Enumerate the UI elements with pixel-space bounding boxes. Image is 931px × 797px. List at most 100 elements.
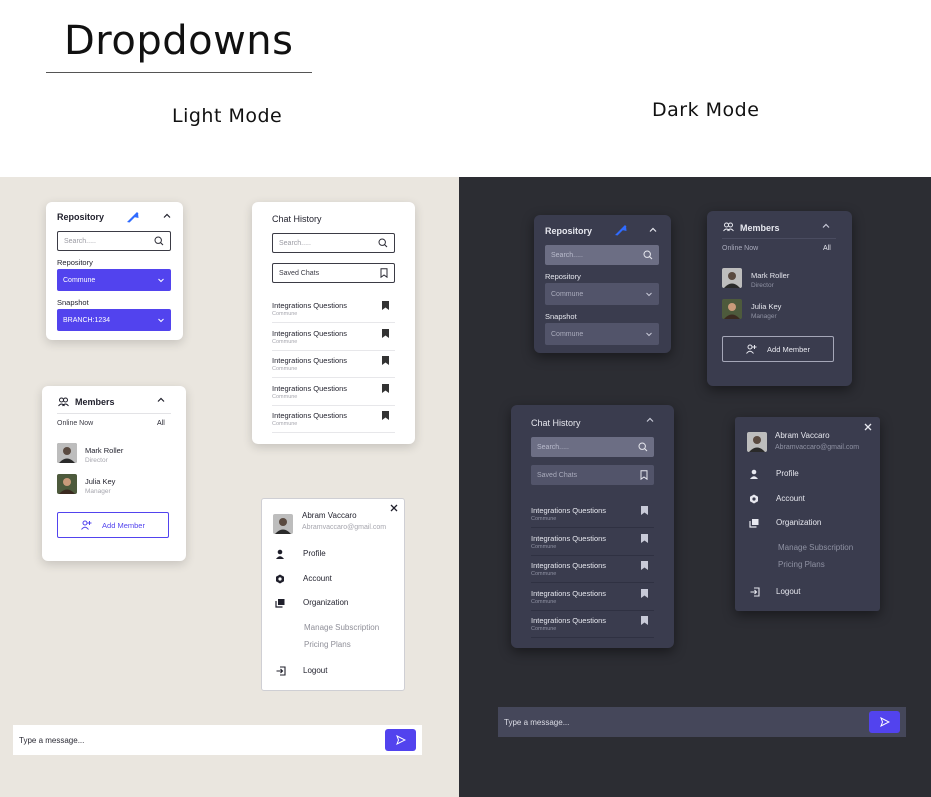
light-mode-label: Light Mode xyxy=(172,105,283,127)
repository-label: Repository xyxy=(57,258,93,267)
menu-logout[interactable]: Logout xyxy=(303,666,327,675)
bookmark-icon[interactable] xyxy=(641,561,648,570)
menu-manage-subscription[interactable]: Manage Subscription xyxy=(304,623,379,632)
chat-list-item[interactable]: Integrations Questions Commune xyxy=(272,379,395,406)
logout-icon xyxy=(750,587,760,597)
all-filter[interactable]: All xyxy=(823,245,831,252)
menu-organization[interactable]: Organization xyxy=(776,518,821,527)
bookmark-icon[interactable] xyxy=(382,328,389,338)
chat-list-item[interactable]: Integrations Questions Commune xyxy=(272,406,395,433)
chat-list-item[interactable]: Integrations Questions Commune xyxy=(531,556,654,583)
search-placeholder: Search..... xyxy=(64,237,96,245)
chat-list-item[interactable]: Integrations Questions Commune xyxy=(272,296,395,323)
chevron-up-icon[interactable] xyxy=(156,395,166,405)
chat-item-subtitle: Commune xyxy=(272,338,298,345)
snapshot-select[interactable]: BRANCH:1234 xyxy=(57,309,171,331)
message-input[interactable]: Type a message... xyxy=(13,725,422,755)
menu-organization[interactable]: Organization xyxy=(303,598,348,607)
snapshot-select[interactable]: Commune xyxy=(545,323,659,345)
bookmark-icon[interactable] xyxy=(641,616,648,625)
menu-logout[interactable]: Logout xyxy=(776,587,800,596)
member-role: Director xyxy=(85,457,108,464)
repository-select[interactable]: Commune xyxy=(57,269,171,291)
bookmark-icon[interactable] xyxy=(382,301,389,310)
snapshot-value: BRANCH:1234 xyxy=(63,316,111,324)
chevron-up-icon[interactable] xyxy=(645,415,655,425)
chevron-up-icon[interactable] xyxy=(648,225,658,235)
send-icon xyxy=(879,717,890,727)
saved-chats-button[interactable]: Saved Chats xyxy=(531,465,654,485)
chat-list-item[interactable]: Integrations Questions Commune xyxy=(531,584,654,611)
bookmark-icon[interactable] xyxy=(382,411,389,420)
menu-profile[interactable]: Profile xyxy=(776,469,799,478)
menu-pricing-plans[interactable]: Pricing Plans xyxy=(304,640,351,649)
menu-profile[interactable]: Profile xyxy=(303,549,326,558)
chat-list-item[interactable]: Integrations Questions Commune xyxy=(272,324,395,351)
chat-item-title: Integrations Questions xyxy=(531,533,607,543)
menu-account[interactable]: Account xyxy=(303,574,332,583)
chevron-down-icon xyxy=(645,330,653,338)
chat-search-input[interactable]: Search..... xyxy=(272,233,395,253)
profile-menu: Abram Vaccaro Abramvaccaro@gmail.com Pro… xyxy=(735,417,880,611)
chevron-up-icon[interactable] xyxy=(821,221,831,231)
add-member-button[interactable]: Add Member xyxy=(722,336,834,362)
chat-item-title: Integrations Questions xyxy=(531,616,607,625)
bookmark-outline-icon xyxy=(380,268,388,278)
chat-item-title: Integrations Questions xyxy=(531,588,607,598)
repository-search-input[interactable]: Search..... xyxy=(57,231,171,251)
chat-search-input[interactable]: Search..... xyxy=(531,437,654,457)
message-input[interactable]: Type a message... xyxy=(498,707,906,737)
profile-menu: Abram Vaccaro Abramvaccaro@gmail.com Pro… xyxy=(261,498,405,691)
close-icon[interactable] xyxy=(863,422,873,432)
avatar xyxy=(57,474,77,494)
chat-item-title: Integrations Questions xyxy=(531,561,607,570)
chat-list-item[interactable]: Integrations Questions Commune xyxy=(531,501,654,528)
bookmark-icon[interactable] xyxy=(641,533,648,543)
message-placeholder: Type a message... xyxy=(504,717,570,727)
repository-value: Commune xyxy=(551,290,584,298)
menu-pricing-plans[interactable]: Pricing Plans xyxy=(778,560,825,569)
snapshot-label: Snapshot xyxy=(545,312,577,321)
all-filter[interactable]: All xyxy=(157,420,165,427)
menu-manage-subscription[interactable]: Manage Subscription xyxy=(778,543,853,552)
avatar xyxy=(273,514,293,534)
members-title: Members xyxy=(75,397,115,407)
members-icon xyxy=(58,397,69,407)
search-placeholder: Search..... xyxy=(279,239,311,247)
saved-chats-button[interactable]: Saved Chats xyxy=(272,263,395,283)
chevron-up-icon[interactable] xyxy=(162,211,172,221)
members-dropdown: Members Online Now All Mark Roller Direc… xyxy=(707,211,852,386)
jira-logo-icon xyxy=(126,211,139,223)
send-button[interactable] xyxy=(869,711,900,733)
close-icon[interactable] xyxy=(389,503,399,513)
bookmark-icon[interactable] xyxy=(641,506,648,515)
chat-item-subtitle: Commune xyxy=(531,516,557,522)
chat-history-title: Chat History xyxy=(272,214,322,224)
bookmark-icon[interactable] xyxy=(641,588,648,598)
members-dropdown: Members Online Now All Mark Roller Direc… xyxy=(42,386,186,561)
avatar xyxy=(722,299,742,319)
bookmark-icon[interactable] xyxy=(382,383,389,393)
member-name: Mark Roller xyxy=(85,446,124,455)
send-button[interactable] xyxy=(385,729,416,751)
chat-list-item[interactable]: Integrations Questions Commune xyxy=(531,529,654,556)
chat-list-item[interactable]: Integrations Questions Commune xyxy=(272,351,395,378)
chat-list-item[interactable]: Integrations Questions Commune xyxy=(531,611,654,638)
chat-item-title: Integrations Questions xyxy=(531,506,607,515)
repository-search-input[interactable]: Search..... xyxy=(545,245,659,265)
add-user-icon xyxy=(81,520,92,530)
chat-item-subtitle: Commune xyxy=(272,311,298,317)
bookmark-icon[interactable] xyxy=(382,356,389,365)
user-icon xyxy=(749,469,759,479)
repository-select[interactable]: Commune xyxy=(545,283,659,305)
account-icon xyxy=(749,494,759,504)
chevron-down-icon xyxy=(157,276,165,284)
repository-dropdown: Repository Search..... Repository Commun… xyxy=(534,215,671,353)
menu-account[interactable]: Account xyxy=(776,494,805,503)
message-placeholder: Type a message... xyxy=(19,735,85,745)
search-icon xyxy=(378,238,388,248)
user-icon xyxy=(275,549,285,559)
add-member-button[interactable]: Add Member xyxy=(57,512,169,538)
repository-value: Commune xyxy=(63,276,96,284)
chat-item-subtitle: Commune xyxy=(531,543,557,550)
